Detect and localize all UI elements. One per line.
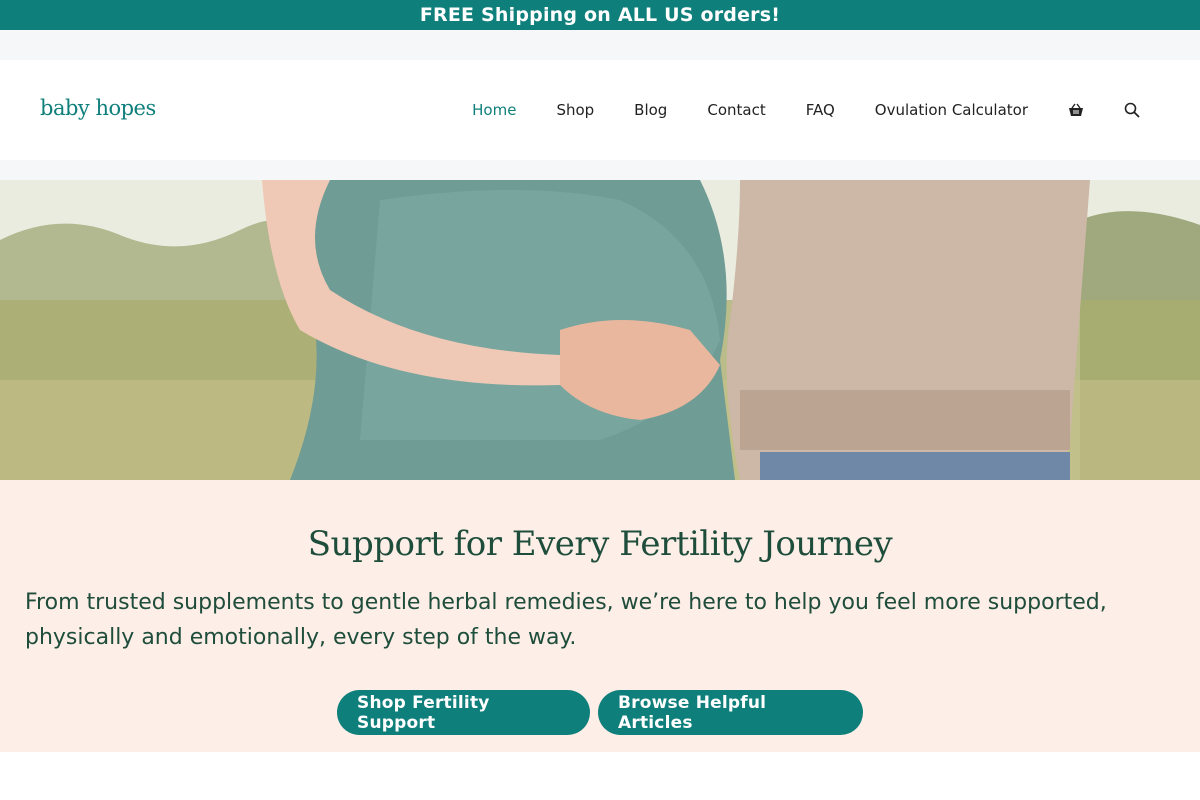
hero-illustration — [0, 180, 1200, 480]
hero-image — [0, 180, 1200, 480]
hero-spacer — [0, 160, 1200, 180]
intro-title: Support for Every Fertility Journey — [307, 524, 893, 564]
announcement-bar: FREE Shipping on ALL US orders! — [0, 0, 1200, 30]
intro-section: Support for Every Fertility Journey From… — [0, 480, 1200, 752]
shop-fertility-support-button[interactable]: Shop Fertility Support — [337, 690, 590, 735]
site-logo[interactable]: baby hopes — [40, 96, 156, 120]
nav-item-faq[interactable]: FAQ — [806, 101, 835, 119]
announcement-text: FREE Shipping on ALL US orders! — [419, 4, 781, 26]
page-footer-space — [0, 752, 1200, 800]
browse-helpful-articles-button[interactable]: Browse Helpful Articles — [598, 690, 863, 735]
header-spacer — [0, 30, 1200, 60]
nav-item-shop[interactable]: Shop — [556, 101, 594, 119]
intro-buttons: Shop Fertility Support Browse Helpful Ar… — [0, 690, 1200, 735]
nav-item-ovulation-calculator[interactable]: Ovulation Calculator — [875, 101, 1028, 119]
nav-item-blog[interactable]: Blog — [634, 101, 667, 119]
site-header: baby hopes Home Shop Blog Contact FAQ Ov… — [0, 60, 1200, 160]
nav-item-home[interactable]: Home — [472, 101, 516, 119]
intro-body: From trusted supplements to gentle herba… — [25, 590, 1107, 650]
search-icon[interactable] — [1124, 102, 1140, 118]
main-nav: Home Shop Blog Contact FAQ Ovulation Cal… — [432, 60, 1140, 160]
nav-item-contact[interactable]: Contact — [707, 101, 765, 119]
basket-icon[interactable] — [1068, 103, 1084, 117]
